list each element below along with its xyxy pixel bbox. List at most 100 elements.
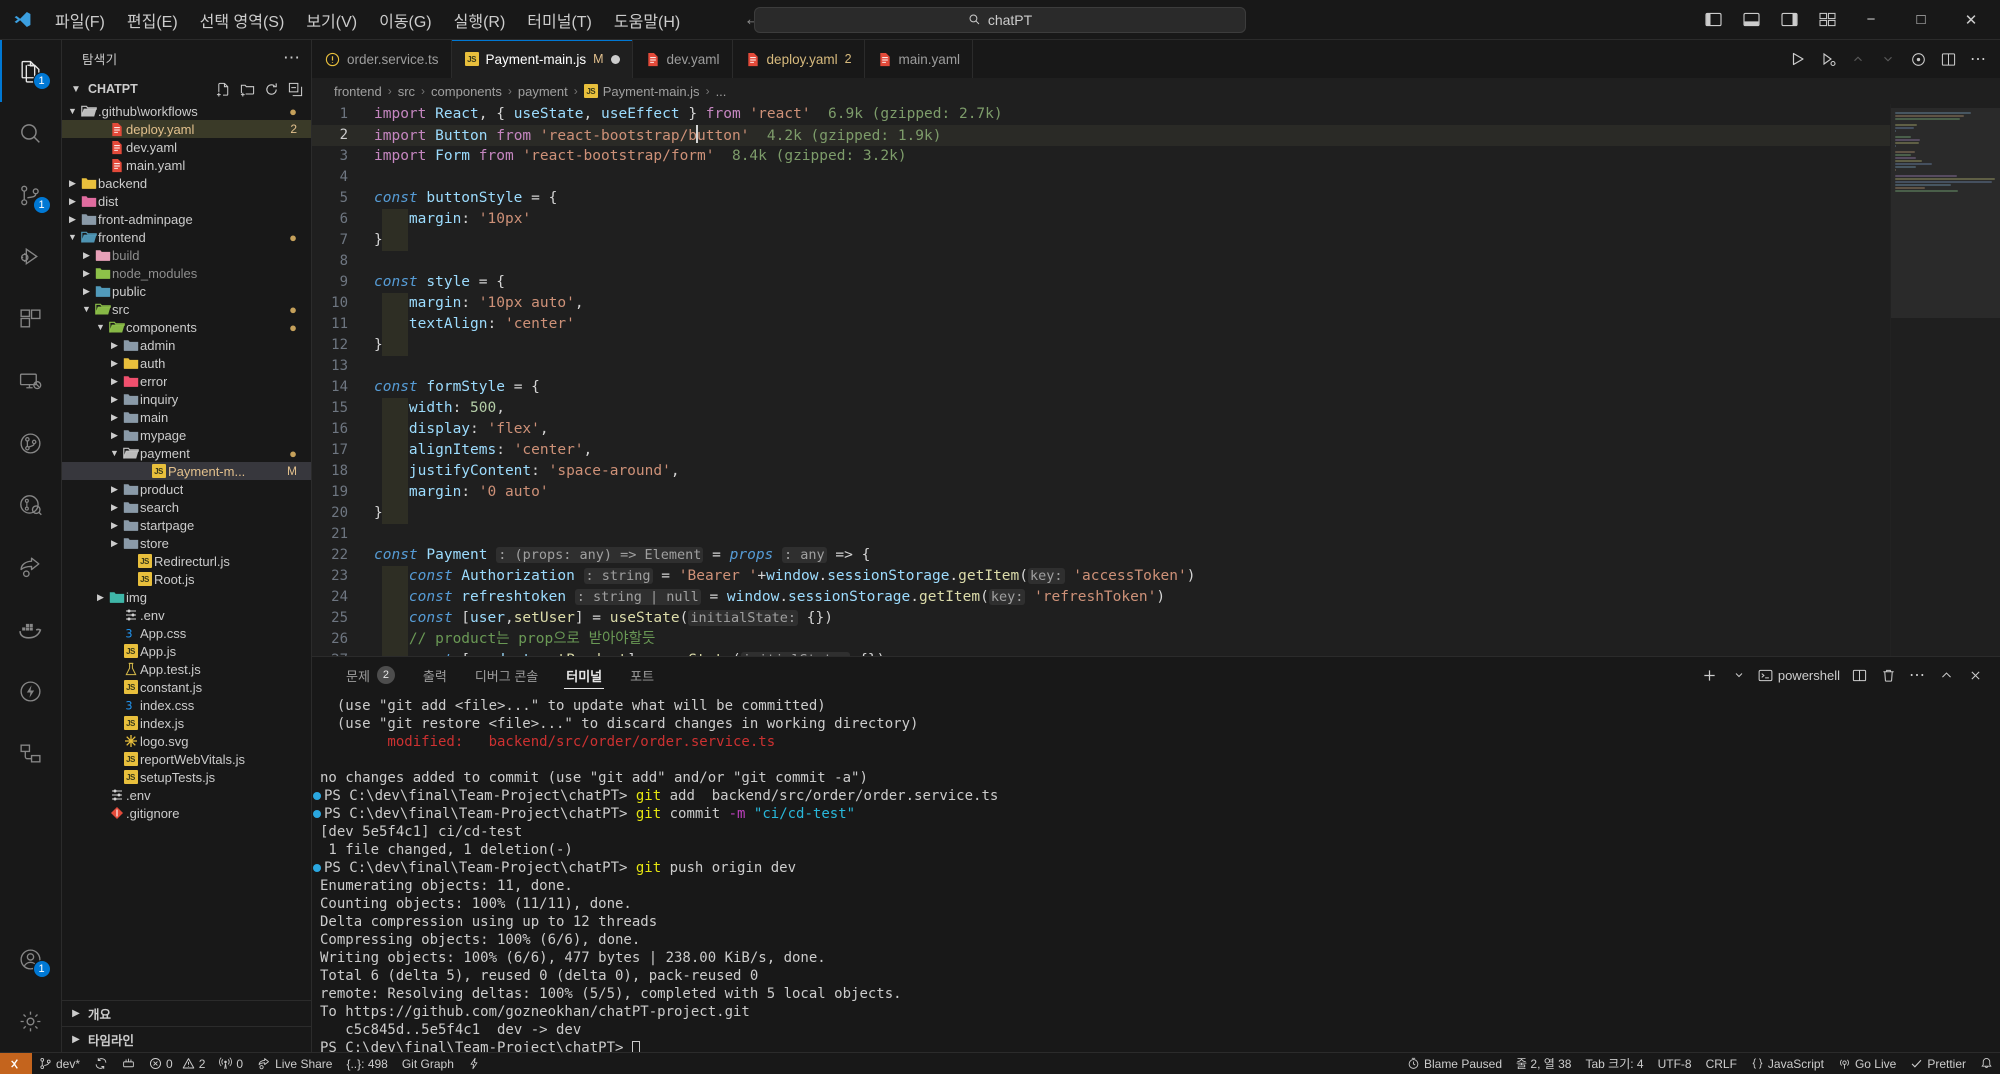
code-line[interactable]: 7}: [312, 230, 1890, 251]
window-minimize-button[interactable]: −: [1848, 0, 1894, 40]
menu-selection[interactable]: 선택 영역(S): [189, 4, 296, 36]
status-cursor-position[interactable]: 줄 2, 열 38: [1509, 1053, 1578, 1074]
split-up-icon[interactable]: [1844, 45, 1872, 73]
code-line[interactable]: 21: [312, 524, 1890, 545]
activity-run-debug[interactable]: [0, 226, 62, 288]
status-blame[interactable]: Blame Paused: [1400, 1053, 1509, 1074]
menu-file[interactable]: 파일(F): [44, 4, 116, 36]
menu-terminal[interactable]: 터미널(T): [516, 4, 603, 36]
tree-file[interactable]: logo.svg: [62, 732, 311, 750]
code-line[interactable]: 17 alignItems: 'center',: [312, 440, 1890, 461]
code-line[interactable]: 10 margin: '10px auto',: [312, 293, 1890, 314]
tree-folder[interactable]: ▶ build: [62, 246, 311, 264]
menu-help[interactable]: 도움말(H): [603, 4, 691, 36]
split-down-icon[interactable]: [1874, 45, 1902, 73]
tree-file[interactable]: App.test.js: [62, 660, 311, 678]
code-line[interactable]: 23 const Authorization : string = 'Beare…: [312, 566, 1890, 587]
code-line[interactable]: 4: [312, 167, 1890, 188]
status-encoding[interactable]: UTF-8: [1651, 1053, 1699, 1074]
tree-folder[interactable]: ▶ front-adminpage: [62, 210, 311, 228]
search-input[interactable]: chatPT: [754, 6, 1246, 33]
tree-file[interactable]: JS setupTests.js: [62, 768, 311, 786]
tree-file[interactable]: dev.yaml: [62, 138, 311, 156]
code-line[interactable]: 27 const [product,setProduct] = useState…: [312, 650, 1890, 656]
code-line[interactable]: 3 import Form from 'react-bootstrap/form'…: [312, 146, 1890, 167]
tree-file[interactable]: ⁨3 App.css: [62, 624, 311, 642]
tree-file[interactable]: deploy.yaml 2: [62, 120, 311, 138]
status-live-share[interactable]: Live Share: [250, 1053, 339, 1074]
collapse-all-icon[interactable]: [288, 82, 303, 97]
terminal-tab-powershell[interactable]: powershell: [1755, 662, 1843, 688]
tree-folder[interactable]: ▶ mypage: [62, 426, 311, 444]
tree-folder[interactable]: ▶ backend: [62, 174, 311, 192]
minimap-slider[interactable]: [1891, 108, 2000, 318]
toggle-panel-icon[interactable]: [1734, 5, 1768, 35]
status-language[interactable]: JavaScript: [1744, 1053, 1831, 1074]
tree-file[interactable]: ⁨3 index.css: [62, 696, 311, 714]
code-line[interactable]: 16 display: 'flex',: [312, 419, 1890, 440]
tree-file[interactable]: JS constant.js: [62, 678, 311, 696]
tree-folder[interactable]: ▼ payment ●: [62, 444, 311, 462]
code-line[interactable]: 25 const [user,setUser] = useState(initi…: [312, 608, 1890, 629]
status-remote-indicator[interactable]: [0, 1052, 32, 1074]
code-line[interactable]: 15 width: 500,: [312, 398, 1890, 419]
tab-order-service[interactable]: order.service.ts: [312, 40, 452, 78]
tab-dirty-indicator[interactable]: [610, 54, 620, 64]
project-root-header[interactable]: ▼ CHATPT: [62, 76, 311, 102]
customize-layout-icon[interactable]: [1810, 5, 1844, 35]
timeline-section[interactable]: ▶ 타임라인: [62, 1026, 311, 1052]
status-sync[interactable]: [87, 1053, 115, 1074]
status-go-live[interactable]: Go Live: [1831, 1053, 1903, 1074]
breadcrumb-item[interactable]: JS Payment-main.js: [583, 84, 700, 99]
run-code-icon[interactable]: [1784, 45, 1812, 73]
code-line[interactable]: 22 const Payment : (props: any) => Elemen…: [312, 545, 1890, 566]
breadcrumb-item[interactable]: frontend: [334, 84, 382, 99]
panel-tab-problems[interactable]: 문제 2: [332, 657, 409, 693]
panel-tab-debug-console[interactable]: 디버그 콘솔: [461, 657, 552, 693]
breadcrumb-item[interactable]: components: [431, 84, 502, 99]
breadcrumb-item[interactable]: payment: [518, 84, 568, 99]
code-line[interactable]: 8: [312, 251, 1890, 272]
tree-folder[interactable]: ▶ main: [62, 408, 311, 426]
code-line[interactable]: 13: [312, 356, 1890, 377]
tree-folder[interactable]: ▶ search: [62, 498, 311, 516]
more-actions-icon[interactable]: ⋯: [283, 48, 301, 68]
tree-folder[interactable]: ▶ dist: [62, 192, 311, 210]
menu-view[interactable]: 보기(V): [295, 4, 368, 36]
activity-explorer[interactable]: 1: [0, 40, 62, 102]
code-editor[interactable]: 1 import React, { useState, useEffect } f…: [312, 104, 2000, 656]
maximize-panel-icon[interactable]: [1933, 662, 1959, 688]
tree-file[interactable]: main.yaml: [62, 156, 311, 174]
tree-file[interactable]: JS Redirecturl.js: [62, 552, 311, 570]
code-line[interactable]: 12}: [312, 335, 1890, 356]
command-decoration-icon[interactable]: [313, 792, 321, 800]
breadcrumb-item[interactable]: src: [398, 84, 415, 99]
activity-accounts[interactable]: 1: [0, 928, 62, 990]
code-line[interactable]: 19 margin: '0 auto': [312, 482, 1890, 503]
panel-tab-ports[interactable]: 포트: [616, 657, 668, 693]
command-decoration-icon[interactable]: [313, 864, 321, 872]
code-line[interactable]: 5 const buttonStyle = {: [312, 188, 1890, 209]
tree-file[interactable]: JS Root.js: [62, 570, 311, 588]
status-tab-size[interactable]: Tab 크기: 4: [1578, 1053, 1650, 1074]
activity-test-explorer[interactable]: [0, 722, 62, 784]
status-prettier[interactable]: Prettier: [1903, 1053, 1973, 1074]
status-remote-ports[interactable]: 0: [212, 1053, 250, 1074]
tree-file[interactable]: .gitignore: [62, 804, 311, 822]
tree-folder[interactable]: ▼ components ●: [62, 318, 311, 336]
code-line[interactable]: 9 const style = {: [312, 272, 1890, 293]
tree-file[interactable]: .env: [62, 786, 311, 804]
split-editor-icon[interactable]: [1934, 45, 1962, 73]
activity-source-control[interactable]: 1: [0, 164, 62, 226]
new-terminal-button[interactable]: [1697, 662, 1723, 688]
code-line[interactable]: 1 import React, { useState, useEffect } f…: [312, 104, 1890, 125]
code-line[interactable]: 14 const formStyle = {: [312, 377, 1890, 398]
tree-folder[interactable]: ▼ .github\workflows ●: [62, 102, 311, 120]
tree-file[interactable]: JS Payment-m... M: [62, 462, 311, 480]
window-close-button[interactable]: ✕: [1948, 0, 1994, 40]
more-actions-icon[interactable]: ⋯: [1964, 45, 1992, 73]
file-tree[interactable]: ▼ .github\workflows ● deploy.yaml 2 dev.yaml m…: [62, 102, 311, 1000]
new-file-icon[interactable]: [216, 82, 231, 97]
activity-thunder-client[interactable]: [0, 660, 62, 722]
code-line[interactable]: 26 // product는 prop으로 받아야할듯: [312, 629, 1890, 650]
